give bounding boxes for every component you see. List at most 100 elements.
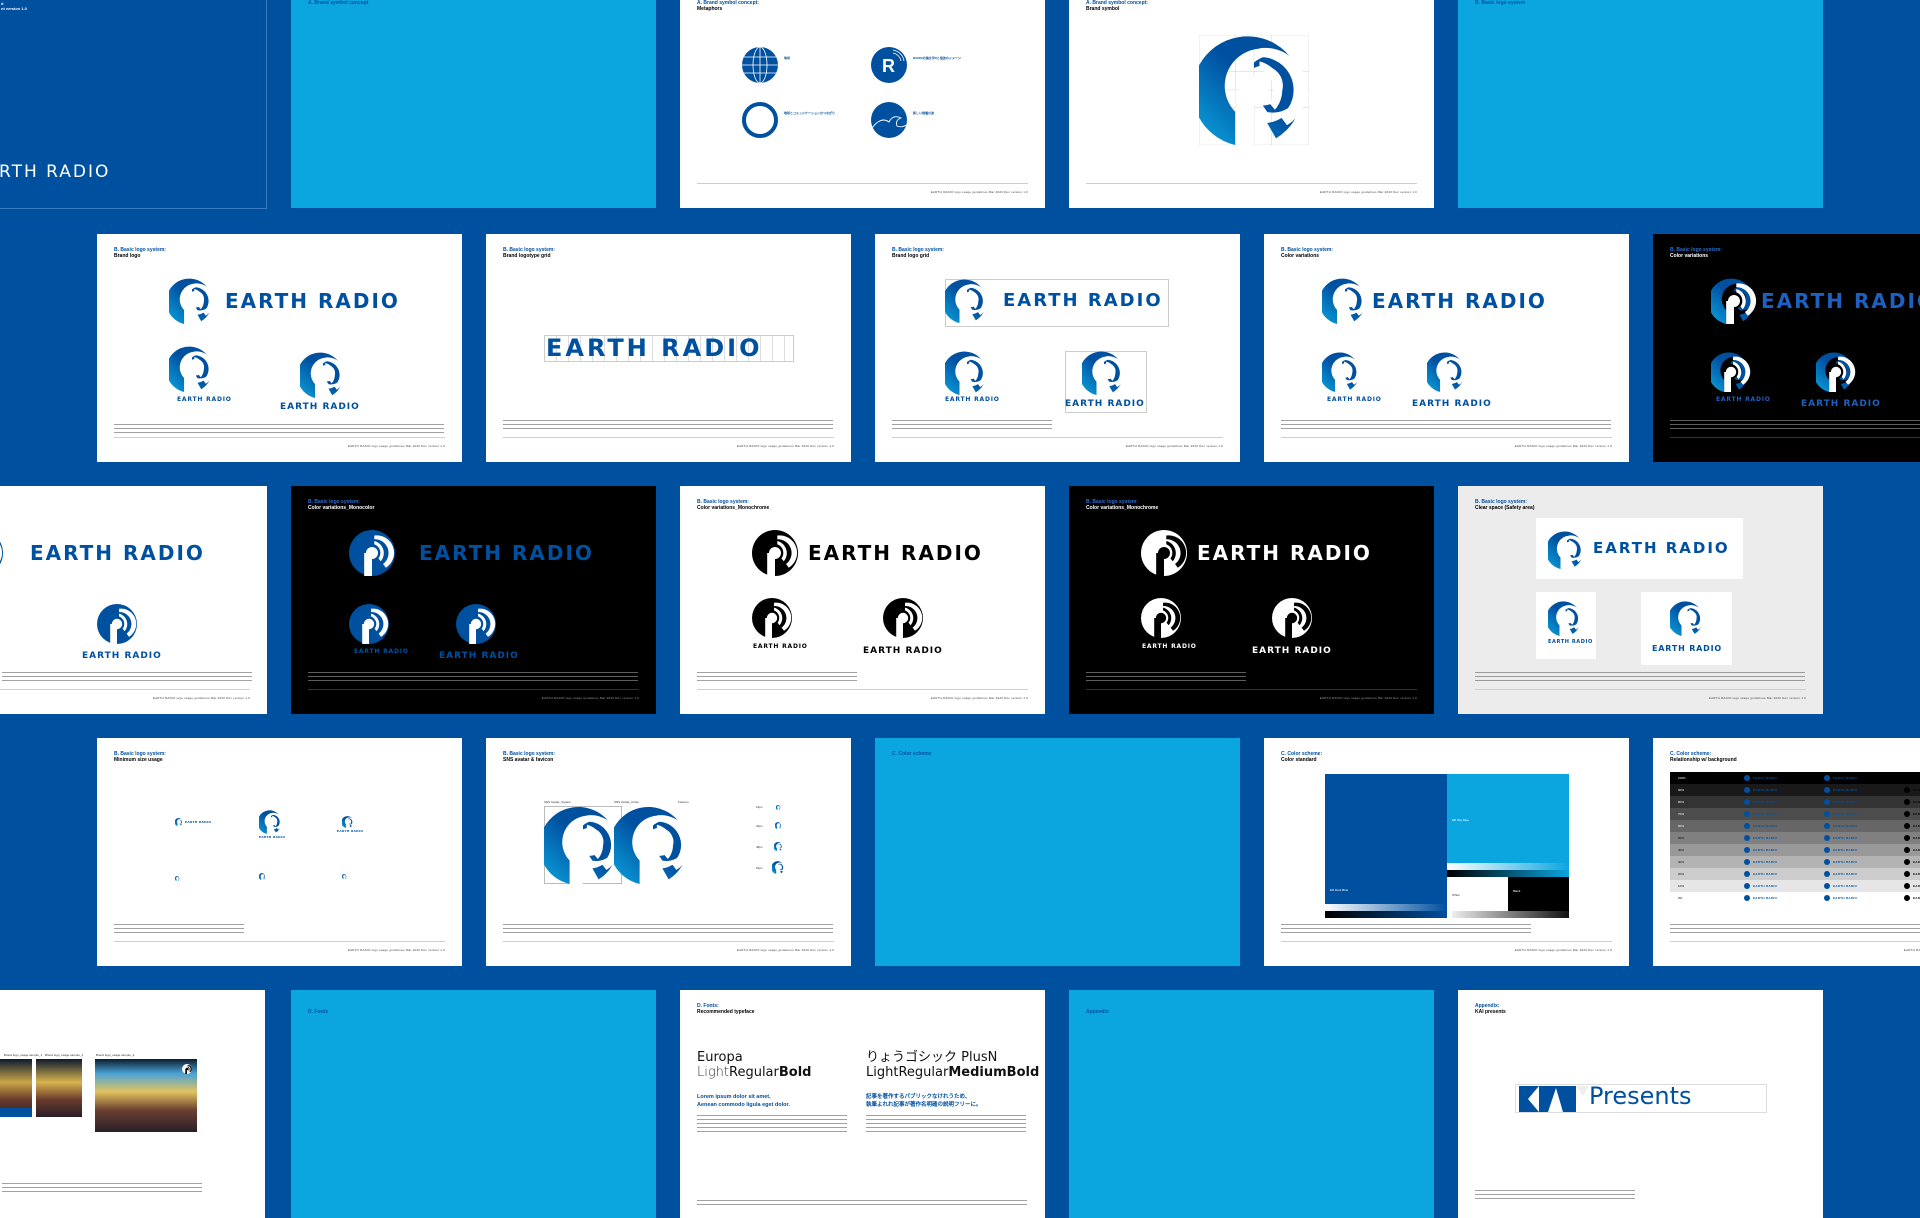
body-text	[892, 420, 1052, 430]
brand-symbol	[1711, 352, 1751, 392]
wordmark-tiny: EARTH RADIO	[1833, 812, 1858, 816]
photo-label: Brand logo_usage sample_3	[96, 1053, 135, 1057]
logo-cell: EARTH RADIO	[1904, 835, 1920, 841]
slide-monocolor-white[interactable]: EARTH RADIO EARTH RADIO EARTH RADIO logo…	[0, 486, 267, 714]
brand-symbol	[1824, 883, 1830, 889]
slide-metaphors[interactable]: A. Brand symbol concept: Metaphors R 地球 …	[680, 0, 1045, 208]
body-text	[503, 420, 833, 430]
brand-symbol	[1904, 811, 1910, 817]
favicon-64	[772, 861, 785, 874]
footer-text: EARTH RADIO logo usage guidelines Mar 20…	[930, 190, 1028, 194]
row-label: 10%	[1678, 884, 1685, 888]
slide-divider-b[interactable]: B. Basic logo system	[1458, 0, 1823, 208]
footer-divider	[1670, 437, 1920, 438]
slide-logotype-grid[interactable]: B. Basic logo system: Brand logotype gri…	[486, 234, 851, 462]
section-label: B. Basic logo system	[1475, 0, 1526, 6]
footer-divider	[0, 689, 250, 690]
slide-color-variations[interactable]: B. Basic logo system: Color variations E…	[1264, 234, 1629, 462]
slide-color-variations-dark[interactable]: B. Basic logo system: Color variations E…	[1653, 234, 1920, 462]
slide-brand-logo[interactable]: B. Basic logo system: Brand logo EARTH R…	[97, 234, 462, 462]
logo-cell: EARTH RADIO	[1904, 859, 1920, 865]
slide-divider-appendix[interactable]: Appendix	[1069, 990, 1434, 1218]
weight-light: Light	[866, 1065, 899, 1080]
wordmark-tiny: EARTH RADIO	[1913, 836, 1920, 840]
label-favicon: Favicon	[678, 800, 689, 804]
footer-text: EARTH RADIO logo usage guidelines Mar 20…	[1319, 696, 1417, 700]
wordmark-medium: EARTH RADIO	[1065, 399, 1145, 409]
favicon-size: 64px	[756, 866, 763, 870]
wordmark: EARTH RADIO	[419, 541, 594, 565]
wordmark-tiny: EARTH RADIO	[1913, 884, 1920, 888]
footer-text: EARTH RADIO logo usage guidelines Mar 20…	[1514, 444, 1612, 448]
slide-subtitle: Relationship w/ background	[1670, 757, 1737, 763]
slide-divider-a[interactable]: A. Brand symbol concept	[291, 0, 656, 208]
slide-brand-symbol[interactable]: A. Brand symbol concept: Brand symbol EA…	[1069, 0, 1434, 208]
body-text	[308, 672, 638, 682]
metaphor-title-4: 新しい価値の波	[913, 111, 935, 115]
slide-cover[interactable]: d nt version 1.0 RTH RADIO	[0, 0, 267, 209]
footer-divider	[1475, 689, 1806, 690]
swatch-dark-blue	[1325, 774, 1447, 918]
slide-minimum-size[interactable]: B. Basic logo system: Minimum size usage…	[97, 738, 462, 966]
slide-monochrome-white[interactable]: B. Basic logo system: Color variations_M…	[680, 486, 1045, 714]
slide-subtitle: Brand symbol	[1086, 6, 1120, 12]
metaphor-title-2: RADIOの頭文字Rと電波のイメージ	[913, 56, 961, 60]
slide-relationship-bg[interactable]: C. Color scheme: Relationship w/ backgro…	[1653, 738, 1920, 966]
slide-logo-grid[interactable]: B. Basic logo system: Brand logo grid EA…	[875, 234, 1240, 462]
favicon-48	[774, 842, 783, 851]
footer-divider	[697, 183, 1028, 184]
brand-symbol	[349, 530, 395, 576]
slide-recommended-typeface[interactable]: D. Fonts: Recommended typeface Europa Li…	[680, 990, 1045, 1218]
wordmark-tiny: EARTH RADIO	[1833, 788, 1858, 792]
body-text	[114, 424, 444, 434]
radio-r-icon: R	[871, 47, 907, 83]
body-text	[114, 924, 244, 934]
wordmark-tiny: EARTH RADIO	[1753, 848, 1778, 852]
wordmark: EARTH RADIO	[1593, 539, 1730, 557]
slide-clear-space[interactable]: B. Basic logo system: Clear space (Safet…	[1458, 486, 1823, 714]
slide-kai-presents[interactable]: Appendix: KAI presents Presents	[1458, 990, 1823, 1218]
table-row: 70% EARTH RADIO EARTH RADIO EARTH RADIO	[1670, 808, 1920, 820]
slide-photo-usage[interactable]: Brand logo_usage sample_1 Brand logo_usa…	[0, 990, 265, 1218]
wordmark-tiny: EARTH RADIO	[1753, 824, 1778, 828]
slide-color-standard[interactable]: C. Color scheme: Color standard ER Dark …	[1264, 738, 1629, 966]
logo-cell: EARTH RADIO	[1904, 799, 1920, 805]
grey-gradient	[1452, 911, 1569, 918]
wordmark: EARTH RADIO	[546, 334, 763, 362]
logo-cell: EARTH RADIO	[1744, 871, 1824, 877]
slide-sns-avatar[interactable]: B. Basic logo system: SNS avatar & favic…	[486, 738, 851, 966]
slide-monocolor-dark[interactable]: B. Basic logo system: Color variations_M…	[291, 486, 656, 714]
brand-symbol	[1904, 847, 1910, 853]
section-label: D. Fonts	[308, 1009, 328, 1015]
table-row: 10% EARTH RADIO EARTH RADIO EARTH RADIO	[1670, 880, 1920, 892]
brand-symbol	[1744, 871, 1750, 877]
logo-cell: EARTH RADIO	[1824, 835, 1904, 841]
footer-divider	[1281, 941, 1612, 942]
slide-divider-d[interactable]: D. Fonts	[291, 990, 656, 1218]
wordmark-tiny: EARTH RADIO	[1913, 860, 1920, 864]
body-text	[1281, 924, 1531, 934]
photo-sample-2	[36, 1059, 82, 1117]
favicon-size: 32px	[756, 824, 763, 828]
brand-symbol	[1744, 883, 1750, 889]
logo-cell: EARTH RADIO	[1824, 799, 1904, 805]
wordmark-tiny: EARTH RADIO	[1753, 776, 1778, 780]
brand-symbol	[1427, 352, 1467, 392]
weight-bold: Bold	[778, 1065, 812, 1080]
brand-symbol	[456, 604, 496, 644]
row-label: 30%	[1678, 860, 1685, 864]
brand-symbol	[1744, 835, 1750, 841]
slide-divider-c[interactable]: C. Color scheme	[875, 738, 1240, 966]
table-row: 30% EARTH RADIO EARTH RADIO EARTH RADIO	[1670, 856, 1920, 868]
slide-subtitle: Brand logo grid	[892, 253, 930, 259]
wordmark: EARTH RADIO	[1197, 541, 1372, 565]
latin-sample-line-1: Lorem ipsum dolor sit amet,	[697, 1094, 771, 1100]
body-text	[1475, 672, 1805, 682]
slide-monochrome-dark[interactable]: B. Basic logo system: Color variations_M…	[1069, 486, 1434, 714]
wordmark-tiny: EARTH RADIO	[1913, 848, 1920, 852]
label-sns-circle: SNS Avatar_Circle	[614, 800, 639, 804]
wordmark-tiny: EARTH RADIO	[1753, 836, 1778, 840]
logo-cell: EARTH RADIO	[1824, 847, 1904, 853]
brand-symbol	[169, 278, 215, 324]
wordmark-tiny: EARTH RADIO	[1753, 812, 1778, 816]
